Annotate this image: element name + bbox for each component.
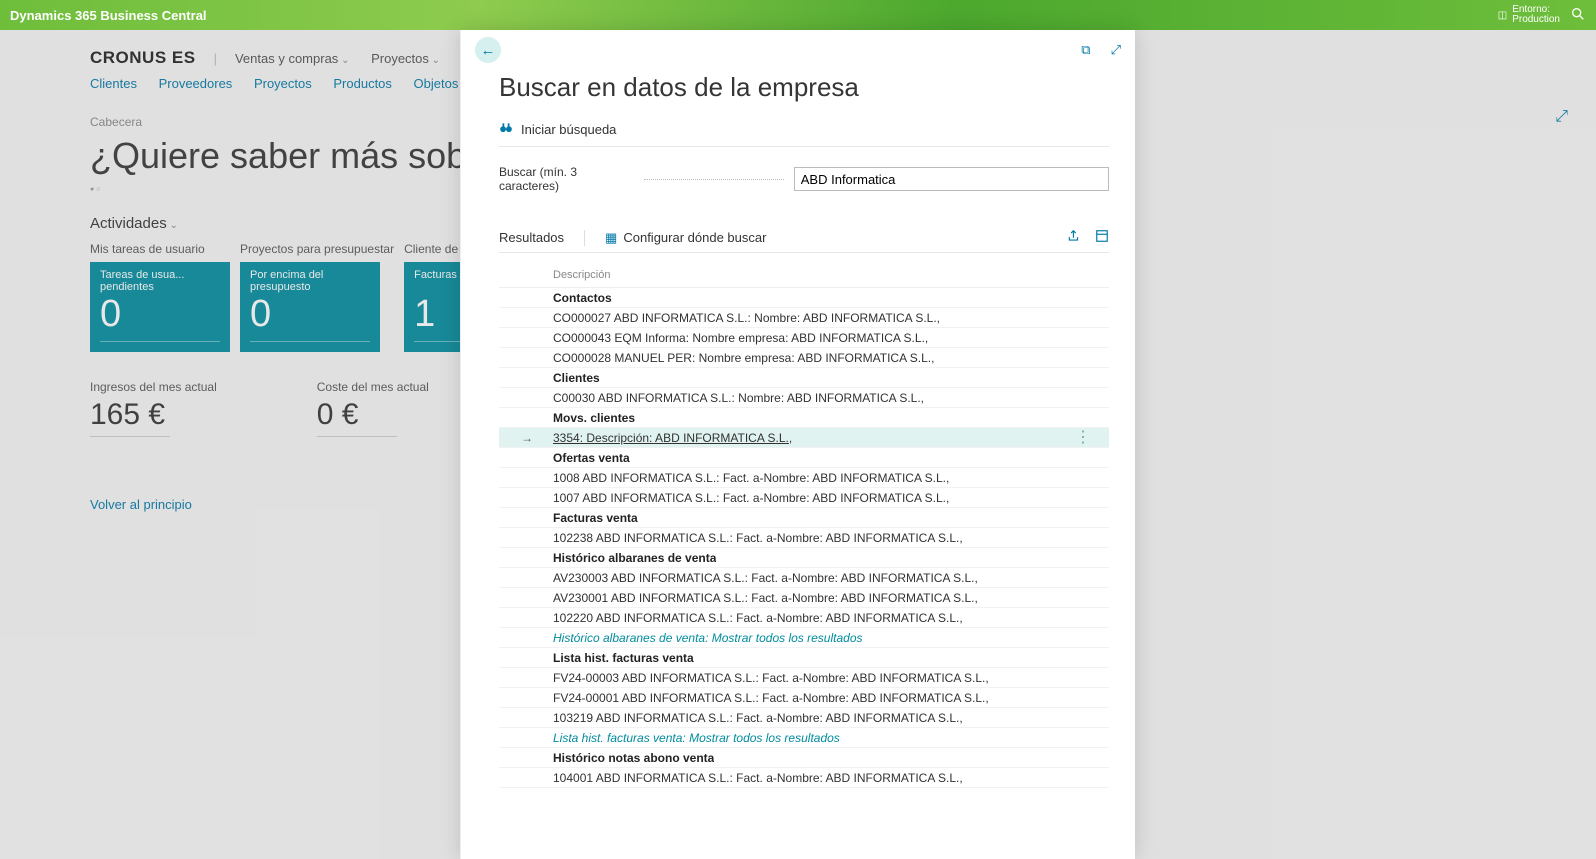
result-row[interactable]: CO000028 MANUEL PER: Nombre empresa: ABD… — [499, 348, 1109, 368]
result-group-header: Contactos — [499, 288, 1109, 308]
result-row[interactable]: 102238 ABD INFORMATICA S.L.: Fact. a-Nom… — [499, 528, 1109, 548]
back-button[interactable]: ← — [475, 37, 501, 63]
result-show-all-link[interactable]: Histórico albaranes de venta: Mostrar to… — [499, 628, 1109, 648]
share-icon[interactable] — [1067, 229, 1081, 246]
result-row[interactable]: CO000027 ABD INFORMATICA S.L.: Nombre: A… — [499, 308, 1109, 328]
table-icon: ▦ — [605, 230, 617, 246]
result-row[interactable]: →3354: Descripción: ABD INFORMATICA S.L.… — [499, 428, 1109, 448]
results-label: Resultados — [499, 230, 564, 245]
result-group-header: Facturas venta — [499, 508, 1109, 528]
search-input[interactable] — [794, 167, 1109, 191]
result-group-header: Histórico notas abono venta — [499, 748, 1109, 768]
maximize-icon[interactable]: ⤢ — [1111, 42, 1121, 58]
result-group-header: Clientes — [499, 368, 1109, 388]
results-table: ContactosCO000027 ABD INFORMATICA S.L.: … — [499, 287, 1109, 788]
topbar: Dynamics 365 Business Central ◫ Entorno:… — [0, 0, 1596, 30]
desc-column-header: Descripción — [553, 269, 1109, 281]
result-group-header: Histórico albaranes de venta — [499, 548, 1109, 568]
result-row[interactable]: AV230001 ABD INFORMATICA S.L.: Fact. a-N… — [499, 588, 1109, 608]
binoculars-icon — [499, 121, 513, 138]
result-group-header: Movs. clientes — [499, 408, 1109, 428]
result-row[interactable]: 104001 ABD INFORMATICA S.L.: Fact. a-Nom… — [499, 768, 1109, 788]
filter-icon[interactable] — [1095, 229, 1109, 246]
configure-where-action[interactable]: ▦ Configurar dónde buscar — [605, 230, 766, 246]
result-show-all-link[interactable]: Lista hist. facturas venta: Mostrar todo… — [499, 728, 1109, 748]
result-row[interactable]: 102220 ABD INFORMATICA S.L.: Fact. a-Nom… — [499, 608, 1109, 628]
result-row[interactable]: FV24-00001 ABD INFORMATICA S.L.: Fact. a… — [499, 688, 1109, 708]
popout-icon[interactable]: ⧉ — [1081, 42, 1090, 58]
panel-title: Buscar en datos de la empresa — [499, 72, 1109, 103]
result-row[interactable]: FV24-00003 ABD INFORMATICA S.L.: Fact. a… — [499, 668, 1109, 688]
result-row[interactable]: 103219 ABD INFORMATICA S.L.: Fact. a-Nom… — [499, 708, 1109, 728]
result-row[interactable]: AV230003 ABD INFORMATICA S.L.: Fact. a-N… — [499, 568, 1109, 588]
start-search-action[interactable]: Iniciar búsqueda — [499, 121, 1109, 147]
result-group-header: Ofertas venta — [499, 448, 1109, 468]
result-row[interactable]: CO000043 EQM Informa: Nombre empresa: AB… — [499, 328, 1109, 348]
search-icon[interactable] — [1570, 6, 1586, 25]
search-panel: ← ⧉ ⤢ Buscar en datos de la empresa Inic… — [460, 30, 1135, 859]
row-arrow-icon: → — [521, 431, 533, 445]
search-field-label: Buscar (mín. 3 caracteres) — [499, 165, 634, 193]
result-row[interactable]: 1008 ABD INFORMATICA S.L.: Fact. a-Nombr… — [499, 468, 1109, 488]
result-group-header: Lista hist. facturas venta — [499, 648, 1109, 668]
env-icon: ◫ — [1498, 10, 1507, 21]
env-indicator[interactable]: ◫ Entorno: Production — [1498, 5, 1560, 25]
result-row[interactable]: C00030 ABD INFORMATICA S.L.: Nombre: ABD… — [499, 388, 1109, 408]
row-actions-icon[interactable]: ⋮ — [1075, 430, 1091, 446]
app-title: Dynamics 365 Business Central — [10, 8, 1498, 23]
result-row[interactable]: 1007 ABD INFORMATICA S.L.: Fact. a-Nombr… — [499, 488, 1109, 508]
